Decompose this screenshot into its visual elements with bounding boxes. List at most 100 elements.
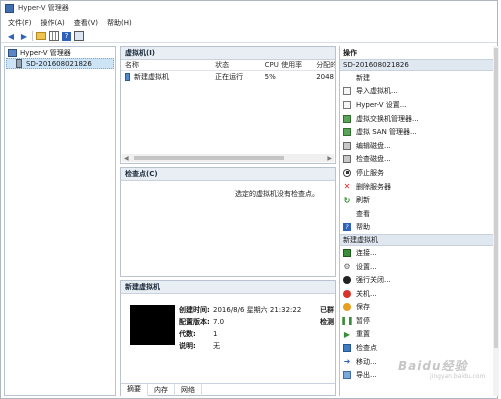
menu-bar: 文件(F) 操作(A) 查看(V) 帮助(H) xyxy=(1,16,497,29)
action-switch-manager[interactable]: 虚拟交换机管理器... xyxy=(340,112,499,126)
turn-off-icon xyxy=(343,276,351,285)
actions-scroll-thumb[interactable] xyxy=(494,48,498,348)
baidu-watermark: Baidu经验 xyxy=(398,359,468,373)
help-icon[interactable]: ? xyxy=(62,31,71,41)
actions-pane: 操作 SD-201608021826 新建 导入虚拟机... Hyper-V 设… xyxy=(339,46,499,396)
settings-page-icon xyxy=(343,100,351,109)
col-memory[interactable]: 分配的 xyxy=(312,60,335,70)
connect-icon xyxy=(343,248,351,257)
vm-details-panel: 新建虚拟机 创建时间: 2016/8/6 星期六 21:32:22 配置版本: … xyxy=(120,280,336,396)
toolbar-separator xyxy=(32,31,33,41)
notes-label: 说明: xyxy=(179,342,196,350)
action-edit-disk[interactable]: 编辑磁盘... xyxy=(340,139,499,153)
action-shutdown[interactable]: 关机... xyxy=(340,287,499,301)
action-label: 删除服务器 xyxy=(356,182,391,191)
forward-arrow-icon[interactable]: ▶ xyxy=(19,31,29,41)
action-checkpoint[interactable]: 检查点 xyxy=(340,341,499,355)
action-label: 设置... xyxy=(356,262,377,271)
stop-icon xyxy=(343,168,351,177)
col-state[interactable]: 状态 xyxy=(211,60,261,70)
actions-vm-group[interactable]: 新建虚拟机 xyxy=(340,234,499,247)
action-view[interactable]: 查看 xyxy=(340,207,499,221)
action-label: 虚拟 SAN 管理器... xyxy=(356,128,417,137)
col-cpu[interactable]: CPU 使用率 xyxy=(261,60,313,70)
action-label: 帮助 xyxy=(356,223,370,232)
gear-icon: ⚙ xyxy=(343,262,351,272)
action-help[interactable]: ? 帮助 xyxy=(340,221,499,235)
notes-value: 无 xyxy=(213,342,220,350)
action-refresh[interactable]: ↻ 刷新 xyxy=(340,193,499,207)
help-icon: ? xyxy=(343,223,351,232)
created-value: 2016/8/6 星期六 21:32:22 xyxy=(213,306,302,314)
menu-help[interactable]: 帮助(H) xyxy=(107,18,132,28)
action-label: 移动... xyxy=(356,357,377,366)
blank-icon xyxy=(343,210,351,218)
pause-icon: ❚❚ xyxy=(340,316,354,326)
details-grid: 创建时间: 2016/8/6 星期六 21:32:22 配置版本: 7.0 代数… xyxy=(179,304,301,352)
action-settings[interactable]: ⚙ 设置... xyxy=(340,260,499,274)
details-header: 新建虚拟机 xyxy=(121,281,335,294)
action-pause[interactable]: ❚❚ 暂停 xyxy=(340,314,499,328)
vm-state: 正在运行 xyxy=(215,73,244,81)
toolbar: ◀ ▶ ? xyxy=(1,30,497,43)
folder-icon[interactable] xyxy=(36,32,46,40)
server-icon xyxy=(16,59,22,68)
action-new[interactable]: 新建 xyxy=(340,71,499,85)
heartbeat-label: 检测 xyxy=(320,318,334,326)
vm-section-header: 虚拟机(I) xyxy=(121,47,335,60)
config-value: 7.0 xyxy=(213,318,225,326)
action-connect[interactable]: 连接... xyxy=(340,246,499,260)
tab-memory[interactable]: 内存 xyxy=(148,383,175,396)
action-label: 重置 xyxy=(356,330,370,339)
vm-row[interactable]: 新建虚拟机 正在运行 5% 2048 I xyxy=(121,71,335,83)
action-hyperv-settings[interactable]: Hyper-V 设置... xyxy=(340,98,499,112)
scroll-thumb[interactable] xyxy=(134,156,284,160)
action-san-manager[interactable]: 虚拟 SAN 管理器... xyxy=(340,125,499,139)
action-label: 检查点 xyxy=(356,344,377,353)
list-view-icon[interactable] xyxy=(49,31,59,41)
action-save[interactable]: 保存 xyxy=(340,301,499,315)
actions-server-group[interactable]: SD-201608021826 xyxy=(340,59,499,71)
checkpoint-icon xyxy=(343,344,351,353)
tab-network[interactable]: 网络 xyxy=(175,383,202,396)
vm-name-cell: 新建虚拟机 xyxy=(121,72,211,82)
action-label: 导出... xyxy=(356,371,377,380)
action-label: 关机... xyxy=(356,289,377,298)
remove-x-icon: ✕ xyxy=(343,182,351,192)
show-pane-icon[interactable] xyxy=(74,31,84,41)
action-label: 检查磁盘... xyxy=(356,155,391,164)
center-pane: 虚拟机(I) 名称 状态 CPU 使用率 分配的 新建虚拟机 正在运行 5% 2… xyxy=(120,46,336,396)
detail-config: 配置版本: 7.0 xyxy=(179,316,301,328)
action-reset[interactable]: ▶ 重置 xyxy=(340,328,499,342)
action-inspect-disk[interactable]: 检查磁盘... xyxy=(340,153,499,167)
back-arrow-icon[interactable]: ◀ xyxy=(6,31,16,41)
shutdown-icon xyxy=(343,289,351,298)
scroll-right-icon[interactable]: ▶ xyxy=(327,155,332,162)
network-switch-icon xyxy=(343,114,351,123)
action-turn-off[interactable]: 强行关闭... xyxy=(340,273,499,287)
action-label: 查看 xyxy=(356,209,370,218)
menu-action[interactable]: 操作(A) xyxy=(41,18,65,28)
actions-vertical-scrollbar[interactable] xyxy=(493,46,499,396)
detail-generation: 代数: 1 xyxy=(179,328,301,340)
menu-file[interactable]: 文件(F) xyxy=(8,18,32,28)
scroll-left-icon[interactable]: ◀ xyxy=(124,155,129,162)
tree-server-node[interactable]: SD-201608021826 xyxy=(6,58,114,69)
col-name[interactable]: 名称 xyxy=(121,60,211,70)
tab-summary[interactable]: 摘要 xyxy=(121,383,148,396)
edit-disk-icon xyxy=(343,141,351,150)
config-label: 配置版本: xyxy=(179,318,210,326)
action-stop-service[interactable]: 停止服务 xyxy=(340,166,499,180)
import-icon xyxy=(343,87,351,96)
vm-horizontal-scrollbar[interactable]: ◀ ▶ xyxy=(122,154,334,162)
vm-column-headers: 名称 状态 CPU 使用率 分配的 xyxy=(121,60,335,71)
vm-thumbnail[interactable] xyxy=(130,305,175,345)
vm-cpu: 5% xyxy=(264,73,276,81)
tree-root-hyperv[interactable]: Hyper-V 管理器 xyxy=(5,47,115,58)
reset-icon: ▶ xyxy=(343,329,351,339)
menu-view[interactable]: 查看(V) xyxy=(74,18,98,28)
action-label: Hyper-V 设置... xyxy=(356,100,407,109)
action-remove-server[interactable]: ✕ 删除服务器 xyxy=(340,180,499,194)
detail-created: 创建时间: 2016/8/6 星期六 21:32:22 xyxy=(179,304,301,316)
action-import-vm[interactable]: 导入虚拟机... xyxy=(340,85,499,99)
